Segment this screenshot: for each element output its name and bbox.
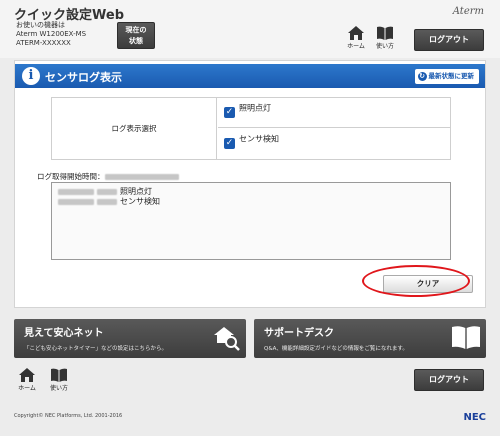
redacted-date	[58, 198, 94, 205]
book-icon	[51, 368, 67, 382]
log-entry-text: センサ検知	[120, 197, 160, 206]
brand-logo: Aterm	[452, 6, 484, 17]
checkbox-checked-icon[interactable]: ✓	[224, 107, 235, 118]
log-select-label: ログ表示選択	[52, 98, 217, 159]
home-nav[interactable]: ホーム	[14, 368, 40, 392]
redacted-time	[97, 188, 117, 195]
checkbox-checked-icon[interactable]: ✓	[224, 138, 235, 149]
section-title: センサログ表示	[45, 71, 122, 84]
home-nav[interactable]: ホーム	[343, 26, 369, 50]
header: クイック設定Web お使いの機器は Aterm W1200EX-MS ATERM…	[0, 0, 500, 58]
support-desk-banner[interactable]: サポートデスク Q&A、機能詳細設定ガイドなどの情報をご覧になれます。	[254, 319, 486, 358]
option-light-on-label: 照明点灯	[239, 103, 271, 113]
banner-title: サポートデスク	[264, 328, 334, 339]
copyright: Copyright© NEC Platforms, Ltd. 2001-2016	[14, 413, 123, 419]
house-search-icon	[214, 327, 240, 351]
howto-label: 使い方	[375, 43, 394, 50]
howto-nav[interactable]: 使い方	[372, 26, 398, 50]
logout-button[interactable]: ログアウト	[414, 369, 484, 391]
device-id: ATERM-XXXXXX	[16, 39, 71, 47]
device-label: お使いの機器は	[16, 21, 65, 29]
book-icon	[377, 26, 393, 40]
device-info: お使いの機器は Aterm W1200EX-MS ATERM-XXXXXX	[16, 21, 86, 48]
log-select-table: ログ表示選択 ✓ 照明点灯 ✓ センサ検知	[51, 97, 451, 160]
refresh-button[interactable]: ↻ 最新状態に更新	[414, 69, 479, 84]
home-label: ホーム	[18, 385, 36, 392]
banner-desc: Q&A、機能詳細設定ガイドなどの情報をご覧になれます。	[264, 346, 408, 352]
log-start-time-label: ログ取得開始時間：	[37, 172, 105, 181]
banner-title: 見えて安心ネット	[24, 328, 104, 339]
option-sensor-detect-label: センサ検知	[239, 134, 279, 144]
device-model: Aterm W1200EX-MS	[16, 30, 87, 38]
log-entry-text: 照明点灯	[120, 187, 152, 196]
home-label: ホーム	[347, 43, 365, 50]
refresh-label: 最新状態に更新	[428, 72, 475, 80]
refresh-icon: ↻	[417, 71, 427, 81]
option-light-on[interactable]: ✓ 照明点灯	[218, 98, 451, 128]
howto-nav[interactable]: 使い方	[46, 368, 72, 392]
log-textarea[interactable]: 照明点灯 センサ検知	[51, 182, 451, 260]
log-entry: 照明点灯	[58, 187, 444, 197]
redacted-timestamp	[104, 174, 179, 180]
option-sensor-detect[interactable]: ✓ センサ検知	[218, 129, 451, 159]
home-icon	[348, 26, 364, 40]
mieru-anshin-banner[interactable]: 見えて安心ネット 「こども安心ネットタイマー」などの設定はこちらから。	[14, 319, 246, 358]
logout-button[interactable]: ログアウト	[414, 29, 484, 51]
section-header: i センサログ表示 ↻ 最新状態に更新	[15, 64, 485, 88]
nec-logo: NEC	[463, 412, 486, 423]
banner-desc: 「こども安心ネットタイマー」などの設定はこちらから。	[24, 346, 168, 352]
redacted-time	[97, 198, 117, 205]
redacted-date	[58, 188, 94, 195]
footer-nav: ホーム 使い方 ログアウト	[0, 364, 500, 394]
home-icon	[19, 368, 35, 382]
book-icon	[452, 326, 480, 349]
highlight-circle	[362, 265, 470, 297]
howto-label: 使い方	[49, 385, 68, 392]
log-start-time: ログ取得開始時間：	[37, 171, 179, 182]
info-icon: i	[22, 67, 40, 85]
log-entry: センサ検知	[58, 197, 444, 207]
current-status-button[interactable]: 現在の 状態	[117, 22, 155, 49]
